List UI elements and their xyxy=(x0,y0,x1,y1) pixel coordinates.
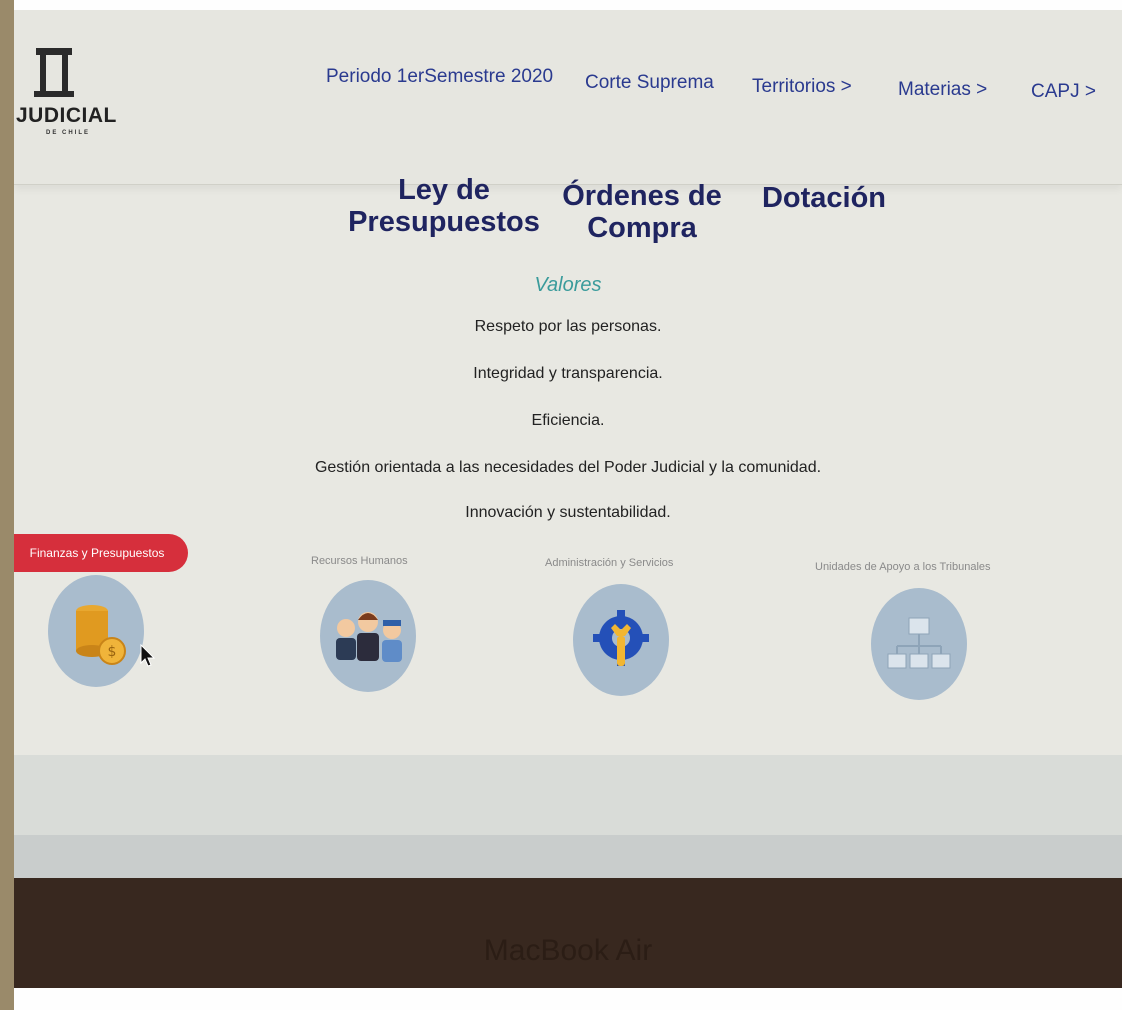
area-administracion-label[interactable]: Administración y Servicios xyxy=(545,557,673,569)
bezel-brand-text: MacBook Air xyxy=(483,934,653,967)
wrench-gear-icon xyxy=(593,610,649,666)
footer-strip xyxy=(14,835,1122,878)
site-logo[interactable]: JUDICIAL DE CHILE xyxy=(16,46,136,146)
org-chart-icon xyxy=(887,617,951,669)
valor-item: Eficiencia. xyxy=(531,412,605,429)
photo-left-edge xyxy=(0,0,14,1010)
footer-band xyxy=(14,755,1122,835)
nav-materias[interactable]: Materias > xyxy=(898,79,987,101)
valores-title: Valores xyxy=(534,274,602,296)
area-administracion-button[interactable] xyxy=(573,584,669,696)
browser-viewport: JUDICIAL DE CHILE Periodo 1erSemestre 20… xyxy=(14,10,1122,878)
nav-corte-suprema[interactable]: Corte Suprema xyxy=(585,72,714,94)
area-unidades-button[interactable] xyxy=(871,588,967,700)
area-unidades-label[interactable]: Unidades de Apoyo a los Tribunales xyxy=(815,561,991,573)
courthouse-icon xyxy=(34,48,74,97)
coins-icon: $ xyxy=(76,605,126,665)
area-rrhh-label[interactable]: Recursos Humanos xyxy=(311,555,408,567)
valor-item: Innovación y sustentabilidad. xyxy=(465,504,671,521)
area-rrhh-button[interactable] xyxy=(320,580,416,692)
nav-periodo[interactable]: Periodo 1erSemestre 2020 xyxy=(326,66,553,88)
heading-ley-presupuestos[interactable]: Ley de Presupuestos xyxy=(344,174,544,238)
svg-text:$: $ xyxy=(108,644,117,660)
mouse-cursor-icon xyxy=(140,644,156,667)
nav-territorios[interactable]: Territorios > xyxy=(752,76,852,98)
valor-item: Respeto por las personas. xyxy=(474,318,662,335)
logo-subtext: DE CHILE xyxy=(46,130,91,136)
valor-item: Gestión orientada a las necesidades del … xyxy=(314,459,822,476)
laptop-bezel: MacBook Air xyxy=(14,878,1122,988)
logo-text: JUDICIAL xyxy=(16,104,117,127)
nav-capj[interactable]: CAPJ > xyxy=(1031,81,1096,103)
site-header: JUDICIAL DE CHILE Periodo 1erSemestre 20… xyxy=(14,10,1122,185)
valor-item: Integridad y transparencia. xyxy=(473,365,663,382)
heading-dotacion[interactable]: Dotación xyxy=(754,182,894,214)
area-finanzas-button[interactable]: $ xyxy=(48,575,144,687)
area-finanzas-label[interactable]: Finanzas y Presupuestos xyxy=(14,534,188,572)
heading-ordenes-compra[interactable]: Órdenes de Compra xyxy=(542,180,742,244)
people-icon xyxy=(336,612,402,662)
